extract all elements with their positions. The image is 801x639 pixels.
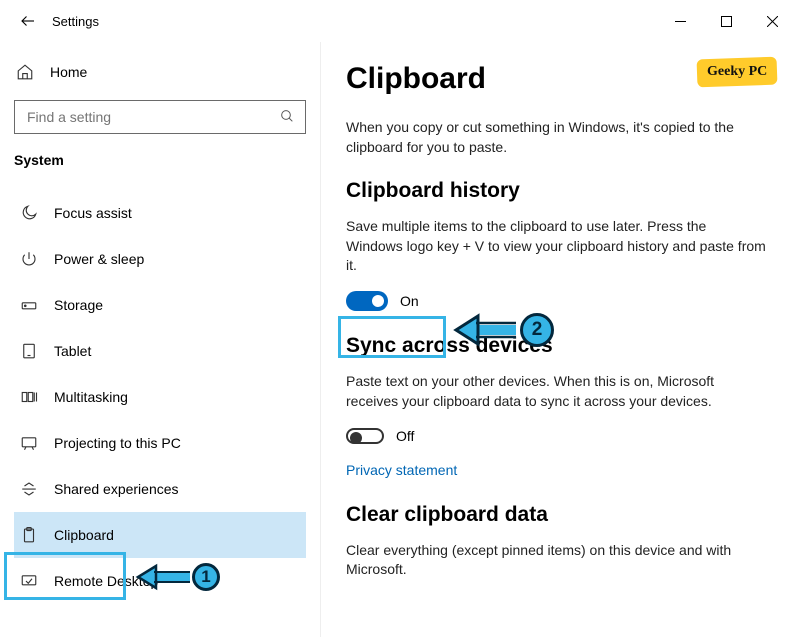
close-button[interactable] (749, 6, 795, 36)
sidebar-item-label: Power & sleep (54, 251, 144, 267)
annotation-highlight-2 (338, 316, 446, 358)
back-button[interactable] (6, 0, 50, 42)
clear-desc: Clear everything (except pinned items) o… (346, 541, 766, 580)
home-icon (14, 63, 36, 81)
sync-toggle[interactable] (346, 428, 384, 444)
share-icon (18, 480, 40, 498)
maximize-button[interactable] (703, 6, 749, 36)
sidebar-item-label: Projecting to this PC (54, 435, 181, 451)
sidebar-home-label: Home (50, 64, 87, 80)
power-icon (18, 250, 40, 268)
tablet-icon (18, 342, 40, 360)
timeline-icon (18, 388, 40, 406)
privacy-statement-link[interactable]: Privacy statement (346, 462, 457, 478)
drive-icon (18, 296, 40, 314)
sidebar-item-projecting[interactable]: Projecting to this PC (14, 420, 306, 466)
minimize-button[interactable] (657, 6, 703, 36)
sidebar-item-storage[interactable]: Storage (14, 282, 306, 328)
clipboard-history-desc: Save multiple items to the clipboard to … (346, 217, 766, 276)
projecting-icon (18, 434, 40, 452)
moon-icon (18, 204, 40, 222)
search-field[interactable] (25, 108, 279, 126)
sidebar-item-home[interactable]: Home (14, 52, 306, 92)
search-input[interactable] (14, 100, 306, 134)
clipboard-history-heading: Clipboard history (346, 179, 773, 203)
brand-text: Geeky PC (707, 64, 767, 80)
clipboard-history-toggle[interactable] (346, 291, 388, 311)
annotation-highlight-1 (4, 552, 126, 600)
sidebar-item-label: Tablet (54, 343, 91, 359)
sidebar-section-title: System (14, 152, 306, 168)
sidebar-item-label: Focus assist (54, 205, 132, 221)
clipboard-history-toggle-label: On (400, 293, 419, 309)
sidebar-item-focus-assist[interactable]: Focus assist (14, 190, 306, 236)
window-title: Settings (52, 14, 99, 29)
sidebar-item-label: Shared experiences (54, 481, 179, 497)
sidebar-item-multitasking[interactable]: Multitasking (14, 374, 306, 420)
brand-watermark: Geeky PC (697, 58, 777, 86)
sidebar-item-shared-experiences[interactable]: Shared experiences (14, 466, 306, 512)
sidebar-item-label: Multitasking (54, 389, 128, 405)
sidebar-item-power-sleep[interactable]: Power & sleep (14, 236, 306, 282)
search-icon (279, 108, 295, 127)
page-intro: When you copy or cut something in Window… (346, 118, 766, 157)
sync-desc: Paste text on your other devices. When t… (346, 372, 766, 411)
sidebar-item-label: Clipboard (54, 527, 114, 543)
clear-heading: Clear clipboard data (346, 503, 773, 527)
sync-toggle-label: Off (396, 428, 414, 444)
sidebar-item-label: Storage (54, 297, 103, 313)
clipboard-icon (18, 526, 40, 544)
sidebar-item-tablet[interactable]: Tablet (14, 328, 306, 374)
